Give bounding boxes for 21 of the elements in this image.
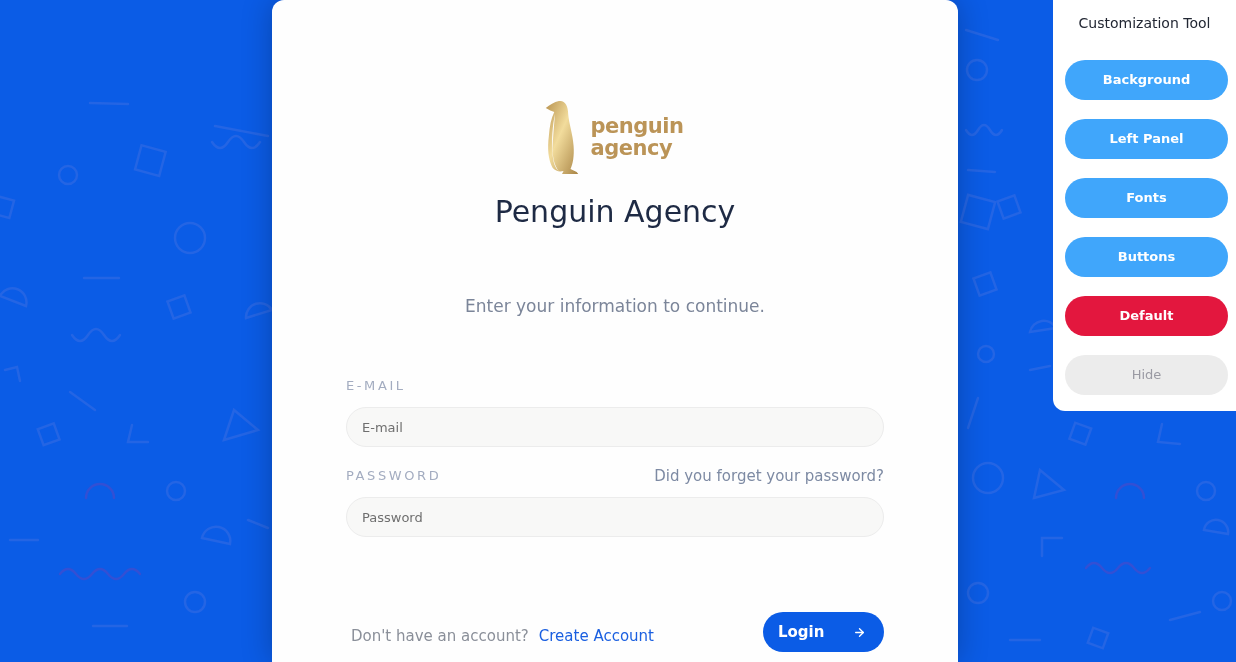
option-button[interactable]: Background (1065, 60, 1228, 100)
password-field[interactable]: Password (346, 497, 884, 537)
email-label: E-MAIL (346, 377, 406, 396)
penguin-logo-icon (544, 100, 579, 174)
default-button[interactable]: Default (1065, 296, 1228, 336)
login-button[interactable]: Login (763, 612, 884, 652)
account-prompt-text: Don't have an account? (351, 625, 529, 647)
panel-title: Customization Tool (1078, 14, 1211, 32)
logo-text: agency (590, 137, 673, 159)
subtitle-text: Enter your information to continue. (465, 295, 765, 318)
logo-text: penguin (590, 115, 684, 137)
create-account-link[interactable]: Create Account (538, 624, 654, 648)
option-button[interactable]: Fonts (1065, 178, 1228, 218)
arrow-right-icon (853, 625, 866, 639)
email-field[interactable]: E-mail (346, 407, 884, 447)
option-button[interactable]: Buttons (1065, 237, 1228, 277)
hide-button[interactable]: Hide (1065, 355, 1228, 395)
page-title: Penguin Agency (494, 193, 736, 231)
option-button[interactable]: Left Panel (1065, 119, 1228, 159)
password-label: PASSWORD (346, 467, 442, 486)
forgot-password-link[interactable]: Did you forget your password? (654, 464, 884, 488)
